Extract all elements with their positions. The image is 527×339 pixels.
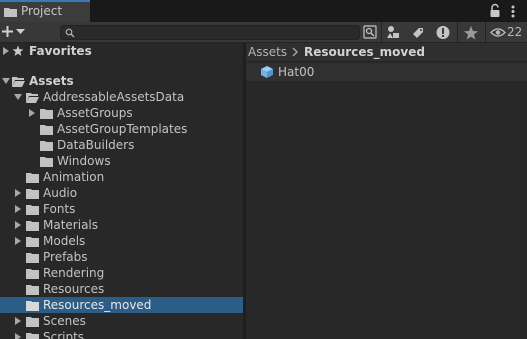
toolbar-separator [381,22,382,43]
folder-icon [40,157,53,167]
tree-label: Resources_moved [43,298,152,312]
folder-icon [26,333,39,339]
folder-icon [26,173,39,183]
chevron-right-icon[interactable] [1,46,11,56]
tree-label: Prefabs [43,250,88,264]
tab-project[interactable]: Project [0,0,90,22]
tree-label: Materials [43,218,99,232]
tree-assets[interactable]: Assets [0,73,243,89]
chevron-right-icon[interactable] [13,316,23,326]
tree-label: Windows [57,154,111,168]
tree-item[interactable]: Materials [0,217,243,233]
hidden-packages-toggle[interactable]: 22 [490,24,526,41]
tree-label: Favorites [29,44,92,58]
tab-bar: Project [0,0,527,22]
search-icon [65,28,75,38]
tree-label: AssetGroupTemplates [57,122,188,136]
folder-icon [40,125,53,135]
breadcrumb-current[interactable]: Resources_moved [304,45,425,59]
filter-by-type-icon[interactable] [384,23,404,42]
chevron-right-icon[interactable] [13,220,23,230]
eye-icon [490,28,506,37]
tree-label: Fonts [43,202,76,216]
tree-label: Assets [29,74,74,88]
plus-icon [2,26,13,37]
label-tag-icon[interactable] [408,23,428,42]
folder-icon [4,8,17,17]
tree-item-selected[interactable]: Resources_moved [0,297,243,313]
tree-label: Scenes [43,314,86,328]
tree-item[interactable]: Windows [0,153,243,169]
folder-icon [26,285,39,295]
folder-icon [26,269,39,279]
folder-open-icon [12,77,25,87]
folder-icon [26,189,39,199]
tree-label: Animation [43,170,105,184]
create-button[interactable] [0,22,30,42]
lock-icon[interactable] [488,3,502,19]
tree-label: DataBuilders [57,138,135,152]
chevron-right-icon[interactable] [27,108,37,118]
tree-label: Scripts [43,330,85,339]
chevron-right-icon [292,47,298,57]
breadcrumb: Assets Resources_moved [246,43,527,62]
folder-icon [26,253,39,263]
tree-item[interactable]: Scenes [0,313,243,329]
tree-item[interactable]: Animation [0,169,243,185]
chevron-right-icon[interactable] [13,332,23,339]
hidden-count: 22 [507,25,523,39]
star-icon [12,45,24,56]
asset-list-pane: Assets Resources_moved Hat00 [246,43,527,339]
warning-filter-icon[interactable] [433,23,453,42]
asset-label: Hat00 [278,65,315,79]
tree-item[interactable]: Audio [0,185,243,201]
chevron-right-icon[interactable] [13,188,23,198]
tree-item[interactable]: AddressableAssetsData [0,89,243,105]
tree-item[interactable]: AssetGroups [0,105,243,121]
breadcrumb-root[interactable]: Assets [248,45,287,59]
folder-tree: Favorites Assets AddressableAssetsData A… [0,43,243,339]
toolbar-separator [457,22,458,43]
folder-icon [26,221,39,231]
tree-label: Resources [43,282,105,296]
tree-label: AssetGroups [57,106,133,120]
tab-title: Project [21,4,63,18]
tree-item[interactable]: Fonts [0,201,243,217]
tree-item[interactable]: Prefabs [0,249,243,265]
tree-item[interactable]: Models [0,233,243,249]
prefab-cube-icon [261,66,273,78]
search-input[interactable] [60,25,360,40]
star-icon[interactable] [461,23,481,42]
kebab-menu-icon[interactable] [508,2,518,20]
tree-label: Models [43,234,86,248]
folder-icon [26,237,39,247]
toolbar-separator [485,22,486,43]
tree-item[interactable]: AssetGroupTemplates [0,121,243,137]
folder-icon [40,141,53,151]
tree-item[interactable]: DataBuilders [0,137,243,153]
tree-item[interactable]: Rendering [0,265,243,281]
tree-item[interactable]: Scripts [0,329,243,339]
folder-icon [40,109,53,119]
chevron-down-icon [16,29,25,34]
tree-favorites[interactable]: Favorites [0,43,243,59]
folder-open-icon [26,93,39,103]
folder-icon [26,317,39,327]
search-by-type-icon[interactable] [360,23,380,42]
chevron-right-icon[interactable] [13,204,23,214]
tree-item[interactable]: Resources [0,281,243,297]
chevron-down-icon[interactable] [1,76,11,86]
folder-icon [26,301,39,311]
folder-icon [26,205,39,215]
tree-label: Audio [43,186,78,200]
toolbar: 22 [0,22,527,43]
chevron-right-icon[interactable] [13,236,23,246]
chevron-down-icon[interactable] [13,92,23,102]
tree-label: AddressableAssetsData [43,90,185,104]
asset-item[interactable]: Hat00 [246,63,527,81]
tree-label: Rendering [43,266,105,280]
